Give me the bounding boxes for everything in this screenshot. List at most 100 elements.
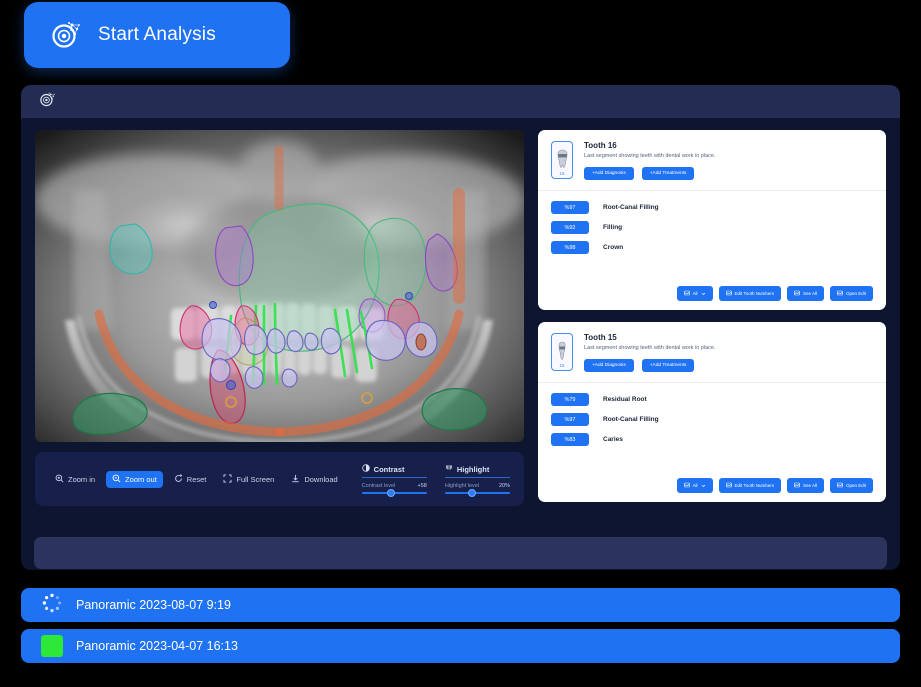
tooth-card-header: 15 Tooth 15 Last segment showing teeth w… [538,322,886,382]
app-body: Zoom in Zoom out Reset Full Screen Downl… [21,118,900,555]
edit-tooth-numbers-label: Edit Tooth Numbers [734,483,774,488]
tooth-card-footer: All Edit Tooth Numbers See All Open Edit [538,286,886,310]
highlight-slider[interactable] [444,489,510,497]
tooth-card-actions: +Add Diagnosis +Add Treatments [584,359,715,372]
fullscreen-icon [223,474,232,485]
tooth-card-footer: All Edit Tooth Numbers See All Open Edit [538,478,886,502]
download-icon [291,474,300,485]
file-label: Panoramic 2023-04-07 16:13 [76,639,238,653]
panoramic-xray-image[interactable] [35,130,524,442]
orbit-logo-icon [50,17,84,54]
add-treatments-button[interactable]: +Add Treatments [641,359,695,372]
tooth-card-info: Tooth 16 Last segment showing teeth with… [584,141,715,180]
see-all-button[interactable]: See All [786,478,824,493]
filter-all-dropdown[interactable]: All [676,478,713,493]
download-label: Download [304,474,338,484]
filter-all-label: All [692,483,698,488]
zoom-out-label: Zoom out [125,474,157,484]
contrast-slider-block: Contrast Contrast level +58 [361,464,427,497]
add-diagnosis-button[interactable]: +Add Diagnosis [584,359,634,372]
loading-spinner-icon [41,592,63,619]
filter-all-label: All [692,291,698,296]
file-item-panoramic-1[interactable]: Panoramic 2023-08-07 9:19 [21,588,900,622]
confidence-badge: %98 [551,241,589,254]
tooth-card: 15 Tooth 15 Last segment showing teeth w… [538,322,886,502]
add-treatments-button[interactable]: +Add Treatments [641,167,695,180]
image-icon [683,290,690,297]
finding-label: Root-Canal Filling [603,204,659,211]
findings-list: %79 Residual Root %97 Root-Canal Filling… [538,383,886,478]
image-icon [725,290,732,297]
viewer-column: Zoom in Zoom out Reset Full Screen Downl… [35,130,526,555]
open-edit-label: Open Edit [845,483,866,488]
reset-button[interactable]: Reset [168,471,213,488]
highlight-row-label: Highlight level [444,483,480,489]
image-icon [837,290,843,297]
tooth-card-actions: +Add Diagnosis +Add Treatments [584,167,715,180]
finding-row: %97 Root-Canal Filling [551,201,873,214]
findings-list: %97 Root-Canal Filling %92 Filling %98 C… [538,191,886,286]
confidence-badge: %83 [551,433,589,446]
file-label: Panoramic 2023-08-07 9:19 [76,598,231,612]
chevron-down-icon [701,291,706,297]
image-icon [683,482,690,489]
reset-label: Reset [186,474,207,484]
open-edit-button[interactable]: Open Edit [829,286,873,301]
add-diagnosis-button[interactable]: +Add Diagnosis [584,167,634,180]
tooth-card-header: 16 Tooth 16 Last segment showing teeth w… [538,130,886,190]
open-edit-button[interactable]: Open Edit [829,478,873,493]
zoom-in-button[interactable]: Zoom in [49,471,101,488]
see-all-label: See All [802,483,817,488]
image-icon [837,482,843,489]
contrast-value: +58 [417,483,427,489]
tooth-thumbnail[interactable]: 16 [551,141,573,179]
contrast-icon [361,464,370,474]
highlight-header: Highlight [444,464,510,478]
contrast-slider-knob[interactable] [386,489,395,497]
finding-row: %92 Filling [551,221,873,234]
see-all-button[interactable]: See All [786,286,824,301]
fullscreen-label: Full Screen [236,474,275,484]
tooth-number: 15 [559,363,565,368]
finding-row: %79 Residual Root [551,393,873,406]
finding-label: Root-Canal Filling [603,416,659,423]
zoom-in-icon [55,474,64,485]
tooth-number: 16 [559,171,565,176]
reset-icon [174,473,183,485]
edit-tooth-numbers-button[interactable]: Edit Tooth Numbers [718,286,781,301]
image-icon [725,482,732,489]
zoom-in-label: Zoom in [68,474,96,484]
highlight-icon [445,464,453,474]
analysis-cards-column: 16 Tooth 16 Last segment showing teeth w… [538,130,886,555]
file-item-panoramic-2[interactable]: Panoramic 2023-04-07 16:13 [21,629,900,663]
tooth-card-info: Tooth 15 Last segment showing teeth with… [584,333,715,372]
footer-band [34,537,887,569]
contrast-header: Contrast [361,464,427,478]
confidence-badge: %92 [551,221,589,234]
finding-label: Filling [603,224,623,231]
contrast-slider[interactable] [361,489,427,497]
tooth-card: 16 Tooth 16 Last segment showing teeth w… [538,130,886,310]
contrast-value-row: Contrast level +58 [362,483,427,489]
zoom-out-button[interactable]: Zoom out [106,470,163,488]
image-toolbar: Zoom in Zoom out Reset Full Screen Downl… [35,452,524,506]
tooth-card-title: Tooth 15 [584,333,617,342]
start-analysis-label: Start Analysis [98,24,216,45]
confidence-badge: %97 [551,201,589,214]
tooth-thumbnail[interactable]: 15 [551,333,573,371]
start-analysis-button[interactable]: Start Analysis [24,2,290,68]
filter-all-dropdown[interactable]: All [676,286,713,301]
confidence-badge: %97 [551,413,589,426]
edit-tooth-numbers-button[interactable]: Edit Tooth Numbers [718,478,781,493]
page-root: Start Analysis Zoom in Zoom out Reset Fu… [0,0,921,687]
image-icon [794,482,800,489]
chevron-down-icon [701,483,706,489]
green-square-icon [41,635,63,657]
app-window: Zoom in Zoom out Reset Full Screen Downl… [21,85,900,570]
orbit-logo-icon [39,90,57,113]
tooth-card-title: Tooth 16 [584,141,617,150]
image-icon [794,290,800,297]
fullscreen-button[interactable]: Full Screen [217,471,280,488]
download-button[interactable]: Download [285,471,343,488]
highlight-slider-knob[interactable] [468,489,477,497]
